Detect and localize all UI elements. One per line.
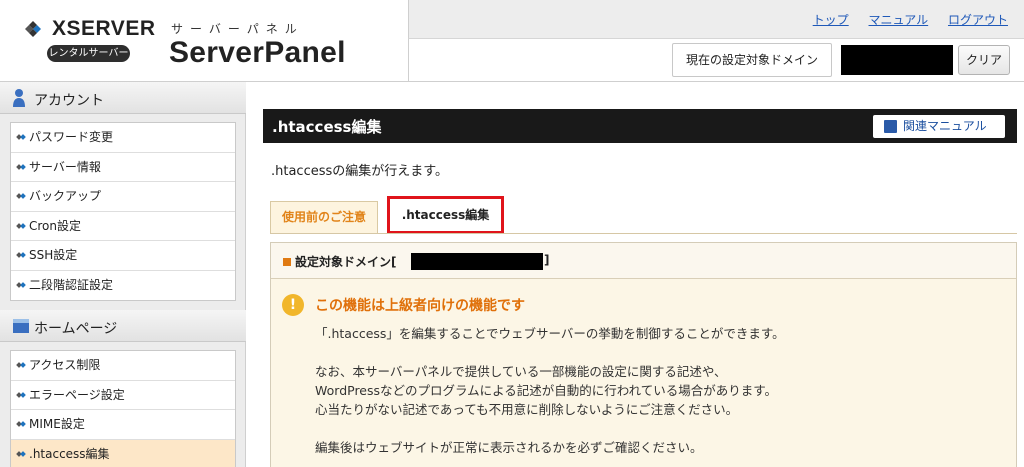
brand-badge: レンタルサーバー (47, 45, 130, 62)
logo-area: XSERVER レンタルサーバー サーバーパネル ServerPanel (0, 0, 408, 82)
sidebar-item-cron[interactable]: Cron設定 (11, 212, 235, 241)
bullet-icon (16, 419, 27, 429)
clear-button[interactable]: クリア (958, 45, 1010, 75)
domain-label: 現在の設定対象ドメイン (672, 43, 832, 77)
bullet-icon (16, 132, 27, 142)
sidebar-item-server-info[interactable]: サーバー情報 (11, 153, 235, 182)
domain-value-redacted (841, 45, 953, 75)
panel-subtitle: サーバーパネル (171, 22, 304, 36)
sidebar-item-label: Cron設定 (29, 218, 81, 233)
notice-paragraph: なお、本サーバーパネルで提供している一部機能の設定に関する記述や、 (315, 364, 727, 379)
book-icon (884, 120, 897, 133)
main-content: .htaccess編集 関連マニュアル .htaccessの編集が行えます。 使… (247, 82, 1024, 467)
sidebar-section-account[interactable]: アカウント (0, 82, 246, 114)
bullet-icon (16, 162, 27, 172)
square-bullet-icon (283, 258, 291, 266)
notice-paragraph: 心当たりがない記述であっても不用意に削除しないようにご注意ください。 (315, 402, 739, 417)
nav-link-logout[interactable]: ログアウト (948, 13, 1008, 27)
sidebar-item-2fa[interactable]: 二段階認証設定 (11, 271, 235, 301)
notice-paragraph: 「.htaccess」を編集することでウェブサーバーの挙動を制御することができま… (315, 326, 785, 341)
notice-paragraph: WordPressなどのプログラムによる記述が自動的に行われている場合があります… (315, 383, 778, 398)
xserver-logo-icon (25, 21, 41, 37)
nav-link-manual[interactable]: マニュアル (869, 13, 929, 27)
target-domain-redacted (411, 253, 543, 270)
sidebar-item-htaccess[interactable]: .htaccess編集 (11, 439, 235, 467)
bullet-icon (16, 390, 27, 400)
warning-icon: ! (282, 294, 304, 316)
target-domain-label: 設定対象ドメイン[ (295, 255, 397, 269)
panel-header: 設定対象ドメイン[ ] (271, 243, 1016, 279)
warning-title: この機能は上級者向けの機能です (315, 298, 525, 314)
page-title-bar: .htaccess編集 関連マニュアル (263, 109, 1017, 143)
header: XSERVER レンタルサーバー サーバーパネル ServerPanel トップ… (0, 0, 1024, 82)
bullet-icon (16, 221, 27, 231)
tab-notice[interactable]: 使用前のご注意 (270, 201, 378, 233)
sidebar-list-account: パスワード変更 サーバー情報 バックアップ Cron設定 SSH設定 二段階認証… (10, 122, 236, 301)
sidebar-item-label: サーバー情報 (29, 159, 101, 174)
notice-paragraph: 編集後はウェブサイトが正常に表示されるかを必ずご確認ください。 (315, 440, 703, 455)
sidebar-section-title: ホームページ (34, 321, 118, 337)
user-icon (13, 89, 25, 107)
tab-divider (270, 233, 1017, 234)
sidebar-list-homepage: アクセス制限 エラーページ設定 MIME設定 .htaccess編集 (10, 350, 236, 467)
related-manual-label: 関連マニュアル (903, 119, 987, 133)
page-description: .htaccessの編集が行えます。 (271, 164, 448, 179)
related-manual-button[interactable]: 関連マニュアル (873, 115, 1005, 138)
bullet-icon (16, 280, 27, 290)
sidebar-item-label: MIME設定 (29, 417, 85, 431)
sidebar-item-label: アクセス制限 (29, 358, 101, 372)
bullet-icon (16, 360, 27, 370)
bullet-icon (16, 191, 27, 201)
sidebar-section-homepage[interactable]: ホームページ (0, 310, 246, 342)
nav-link-top[interactable]: トップ (813, 13, 849, 27)
sidebar-item-label: エラーページ設定 (29, 387, 125, 402)
bullet-icon (16, 250, 27, 260)
sidebar-item-access-control[interactable]: アクセス制限 (11, 351, 235, 381)
panel-title: ServerPanel (169, 36, 346, 69)
sidebar-item-label: .htaccess編集 (29, 446, 110, 461)
sidebar-item-ssh[interactable]: SSH設定 (11, 241, 235, 271)
domain-row: 現在の設定対象ドメイン クリア (408, 39, 1024, 82)
page-icon (13, 319, 29, 333)
sidebar-item-label: バックアップ (29, 189, 102, 203)
brand-name: XSERVER (52, 17, 156, 40)
sidebar-item-backup[interactable]: バックアップ (11, 182, 235, 212)
sidebar-item-error-page[interactable]: エラーページ設定 (11, 381, 235, 410)
sidebar-item-label: SSH設定 (29, 248, 78, 262)
sidebar-item-password[interactable]: パスワード変更 (11, 123, 235, 153)
sidebar-item-label: パスワード変更 (29, 130, 114, 144)
sidebar-section-title: アカウント (34, 93, 104, 109)
page-title: .htaccess編集 (272, 118, 382, 136)
target-domain-bracket: ] (544, 253, 550, 267)
notice-panel: 設定対象ドメイン[ ] ! この機能は上級者向けの機能です 「.htaccess… (270, 242, 1017, 467)
sidebar-item-label: 二段階認証設定 (29, 277, 114, 292)
bullet-icon (16, 449, 27, 459)
tab-htaccess-edit[interactable]: .htaccess編集 (387, 196, 504, 234)
sidebar-item-mime[interactable]: MIME設定 (11, 410, 235, 440)
sidebar: アカウント パスワード変更 サーバー情報 バックアップ Cron設定 SSH設定… (0, 82, 246, 467)
top-nav: トップ マニュアル ログアウト (408, 0, 1024, 39)
